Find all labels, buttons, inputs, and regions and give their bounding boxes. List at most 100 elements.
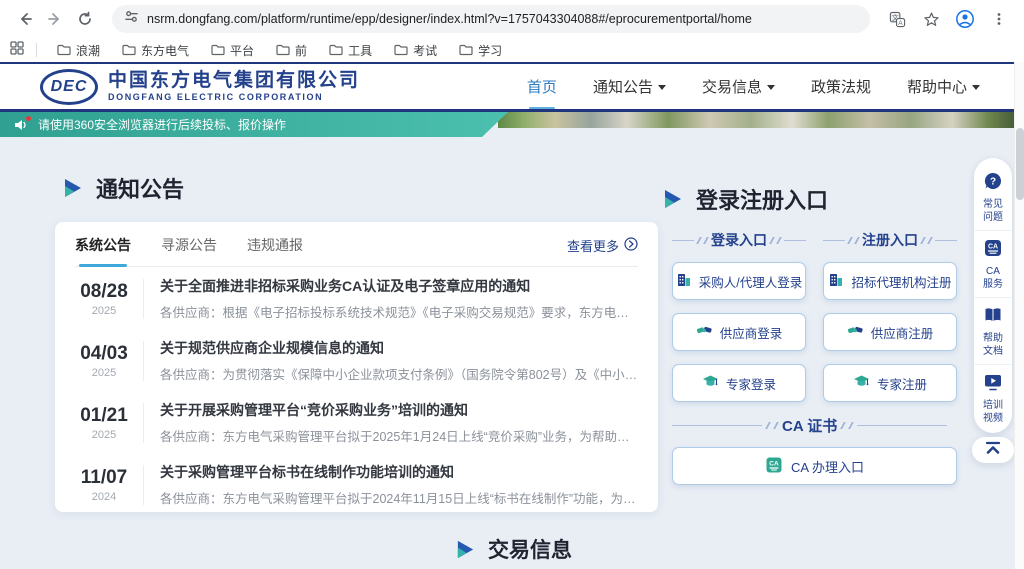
bookmark-star-icon[interactable] — [916, 4, 946, 34]
faq-item[interactable]: ? 常见问题 — [974, 164, 1012, 231]
browser-toolbar: nsrm.dongfang.com/platform/runtime/epp/d… — [0, 0, 1024, 38]
forward-icon[interactable] — [40, 4, 70, 34]
alert-dot — [26, 116, 31, 121]
tab-system-notices[interactable]: 系统公告 — [75, 235, 131, 255]
back-to-top-button[interactable] — [972, 437, 1014, 463]
quick-access-sidebar: ? 常见问题 CA CA 服务 帮助文档 培训视频 — [974, 158, 1012, 433]
notice-date: 01/21 2025 — [75, 405, 133, 441]
notice-date: 08/28 2025 — [75, 281, 133, 317]
svg-text:CA: CA — [769, 460, 779, 467]
translate-icon[interactable]: 文A — [882, 4, 912, 34]
site-header: DEC 中国东方电气集团有限公司 DONGFANG ELECTRIC CORPO… — [0, 62, 1024, 112]
back-to-top-icon — [984, 441, 1002, 460]
svg-text:A: A — [898, 19, 903, 26]
apps-grid-icon[interactable] — [10, 41, 24, 60]
ca-service-item[interactable]: CA CA 服务 — [974, 231, 1012, 298]
bookmark-folder[interactable]: 平台 — [203, 40, 262, 61]
back-icon[interactable] — [10, 4, 40, 34]
trade-section-title: 交易信息 — [455, 534, 572, 564]
notice-summary: 各供应商：东方电气采购管理平台拟于2025年1月24日上线“竞价采购”业务，为帮… — [160, 426, 638, 445]
company-logo[interactable]: DEC 中国东方电气集团有限公司 DONGFANG ELECTRIC CORPO… — [40, 69, 360, 105]
expert-register-button[interactable]: 专家注册 — [823, 364, 957, 402]
nav-item-policies[interactable]: 政策法规 — [811, 70, 871, 103]
notice-list-item[interactable]: 01/21 2025 关于开展采购管理平台“竞价采购业务”培训的通知 各供应商：… — [75, 391, 638, 453]
notice-date: 11/07 2024 — [75, 467, 133, 503]
bookmark-folder[interactable]: 前 — [268, 40, 315, 61]
divider — [143, 279, 144, 319]
notice-title[interactable]: 关于规范供应商企业规模信息的通知 — [160, 338, 638, 358]
training-video-icon — [983, 372, 1003, 397]
section-arrow-icon — [662, 188, 684, 210]
nav-item-home[interactable]: 首页 — [527, 70, 557, 103]
bookmark-folder[interactable]: 学习 — [451, 40, 510, 61]
scrollbar-thumb[interactable] — [1016, 128, 1024, 200]
bookmark-folder[interactable]: 工具 — [321, 40, 380, 61]
company-name-en: DONGFANG ELECTRIC CORPORATION — [108, 92, 360, 102]
purchaser-agent-login-button[interactable]: 采购人/代理人登录 — [672, 262, 806, 300]
notice-list-item[interactable]: 08/28 2025 关于全面推进非招标采购业务CA认证及电子签章应用的通知 各… — [75, 267, 638, 329]
nav-item-help-center[interactable]: 帮助中心 — [907, 70, 980, 103]
main-nav: 首页 通知公告 交易信息 政策法规 帮助中心 — [527, 70, 980, 103]
browser-notice-ribbon: 请使用360安全浏览器进行后续投标、报价操作 — [0, 112, 508, 137]
circle-chevron-right-icon — [624, 237, 638, 254]
reload-icon[interactable] — [70, 4, 100, 34]
notices-tabs: 系统公告 寻源公告 违规通报 查看更多 — [75, 235, 638, 267]
svg-text:?: ? — [990, 176, 996, 187]
page-scrollbar — [1014, 62, 1024, 569]
register-group-header: 注册入口 — [823, 230, 957, 250]
notice-title[interactable]: 关于开展采购管理平台“竞价采购业务”培训的通知 — [160, 400, 638, 420]
screen: nsrm.dongfang.com/platform/runtime/epp/d… — [0, 0, 1024, 569]
notice-date: 04/03 2025 — [75, 343, 133, 379]
notice-list-item[interactable]: 11/07 2024 关于采购管理平台标书在线制作功能培训的通知 各供应商：东方… — [75, 453, 638, 515]
notice-list-item[interactable]: 04/03 2025 关于规范供应商企业规模信息的通知 各供应商：为贯彻落实《保… — [75, 329, 638, 391]
handshake-icon — [696, 323, 713, 341]
notice-summary: 各供应商：根据《电子招标投标系统技术规范》《电子采购交易规范》要求，东方电气采购… — [160, 302, 638, 321]
address-bar[interactable]: nsrm.dongfang.com/platform/runtime/epp/d… — [112, 5, 870, 33]
bookmarks-bar: 浪潮 东方电气 平台 前 工具 考试 学习 — [0, 38, 1024, 62]
notice-title[interactable]: 关于采购管理平台标书在线制作功能培训的通知 — [160, 462, 638, 482]
supplier-register-button[interactable]: 供应商注册 — [823, 313, 957, 351]
section-arrow-icon — [62, 177, 84, 199]
profile-avatar-icon[interactable] — [950, 4, 980, 34]
site-settings-icon[interactable] — [124, 9, 139, 29]
menu-kebab-icon[interactable] — [984, 4, 1014, 34]
folder-icon — [211, 44, 225, 56]
hero-banner: 请使用360安全浏览器进行后续投标、报价操作 — [0, 112, 1024, 139]
expert-login-button[interactable]: 专家登录 — [672, 364, 806, 402]
bookmark-label: 工具 — [348, 42, 372, 59]
ca-apply-button[interactable]: CA CA 办理入口 — [672, 447, 957, 485]
chevron-down-icon — [658, 85, 666, 90]
view-more-link[interactable]: 查看更多 — [567, 236, 638, 255]
folder-icon — [394, 44, 408, 56]
bookmark-folder[interactable]: 浪潮 — [49, 40, 108, 61]
bookmark-label: 东方电气 — [141, 42, 189, 59]
graduation-cap-icon — [853, 374, 870, 392]
graduation-cap-icon — [702, 374, 719, 392]
bookmark-label: 平台 — [230, 42, 254, 59]
divider — [143, 341, 144, 381]
section-arrow-icon — [455, 539, 476, 560]
nav-item-trade-info[interactable]: 交易信息 — [702, 70, 775, 103]
nav-item-notices[interactable]: 通知公告 — [593, 70, 666, 103]
url-text: nsrm.dongfang.com/platform/runtime/epp/d… — [147, 12, 752, 26]
bookmarks-separator — [36, 43, 37, 57]
folder-icon — [122, 44, 136, 56]
training-video-item[interactable]: 培训视频 — [974, 365, 1012, 431]
tab-violation-reports[interactable]: 违规通报 — [247, 235, 303, 255]
folder-icon — [329, 44, 343, 56]
bookmark-folder[interactable]: 考试 — [386, 40, 445, 61]
help-doc-item[interactable]: 帮助文档 — [974, 298, 1012, 365]
folder-icon — [57, 44, 71, 56]
notice-title[interactable]: 关于全面推进非招标采购业务CA认证及电子签章应用的通知 — [160, 276, 638, 296]
supplier-login-button[interactable]: 供应商登录 — [672, 313, 806, 351]
bookmark-label: 考试 — [413, 42, 437, 59]
bookmark-folder[interactable]: 东方电气 — [114, 40, 197, 61]
bidding-agency-register-button[interactable]: 招标代理机构注册 — [823, 262, 957, 300]
banner-photo — [498, 112, 1014, 128]
ribbon-text: 请使用360安全浏览器进行后续投标、报价操作 — [38, 116, 286, 133]
help-doc-icon — [983, 305, 1003, 330]
chevron-down-icon — [972, 85, 980, 90]
tab-sourcing-notices[interactable]: 寻源公告 — [161, 235, 217, 255]
svg-text:CA: CA — [988, 244, 998, 251]
login-section-title: 登录注册入口 — [662, 183, 828, 215]
